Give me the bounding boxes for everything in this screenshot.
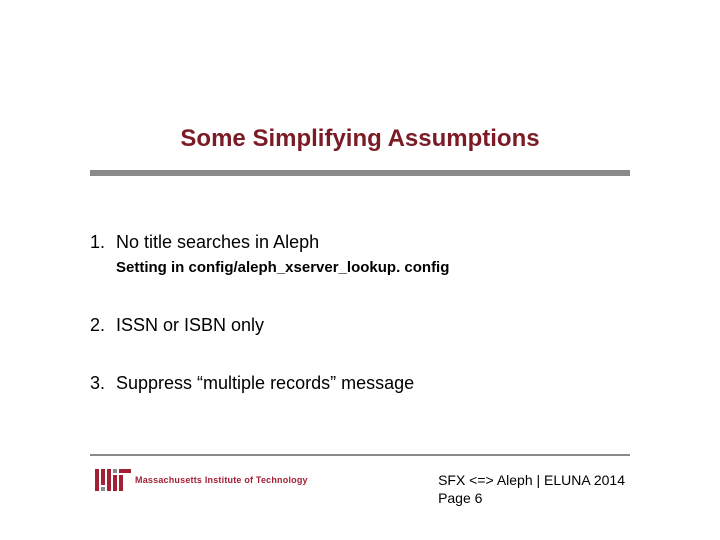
footer-line2: Page 6	[438, 489, 625, 507]
list-number: 1.	[90, 230, 116, 254]
slide: Some Simplifying Assumptions 1. No title…	[0, 0, 720, 540]
list-subtext: Setting in config/aleph_xserver_lookup. …	[116, 258, 630, 278]
list-number: 3.	[90, 371, 116, 395]
footer: Massachusetts Institute of Technology SF…	[90, 465, 630, 515]
mit-logo: Massachusetts Institute of Technology	[95, 469, 308, 491]
list-item-line: 3. Suppress “multiple records” message	[90, 371, 630, 395]
footer-divider	[90, 454, 630, 456]
list-number: 2.	[90, 313, 116, 337]
slide-title: Some Simplifying Assumptions	[0, 125, 720, 153]
list-text: Suppress “multiple records” message	[116, 371, 414, 395]
footer-text: SFX <=> Aleph | ELUNA 2014 Page 6	[438, 471, 625, 507]
slide-body: 1. No title searches in Aleph Setting in…	[90, 230, 630, 429]
list-text: ISSN or ISBN only	[116, 313, 264, 337]
list-item: 3. Suppress “multiple records” message	[90, 371, 630, 395]
footer-line1: SFX <=> Aleph | ELUNA 2014	[438, 471, 625, 489]
list-item: 2. ISSN or ISBN only	[90, 313, 630, 337]
list-item-line: 1. No title searches in Aleph	[90, 230, 630, 254]
list-text: No title searches in Aleph	[116, 230, 319, 254]
list-item: 1. No title searches in Aleph Setting in…	[90, 230, 630, 279]
mit-logo-text: Massachusetts Institute of Technology	[135, 475, 308, 485]
list-item-line: 2. ISSN or ISBN only	[90, 313, 630, 337]
mit-logo-icon	[95, 469, 135, 491]
title-divider	[90, 170, 630, 176]
